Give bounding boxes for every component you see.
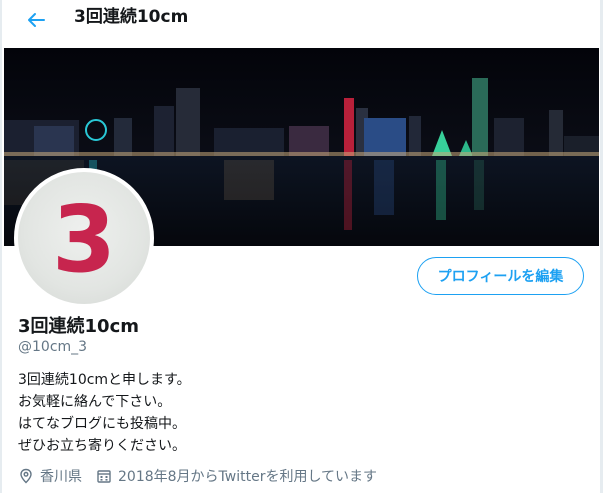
header-title: 3回連続10cm: [74, 7, 189, 27]
profile-bio: 3回連続10cmと申します。 お気軽に絡んで下さい。 はてなブログにも投稿中。 …: [18, 369, 191, 457]
profile-header-bar: 3回連続10cm: [2, 0, 600, 46]
profile-meta: 香川県 2018年8月からTwitterを利用しています: [18, 466, 377, 486]
location-text: 香川県: [40, 469, 82, 485]
display-name: 3回連続10cm: [18, 316, 139, 337]
bio-line: 3回連続10cmと申します。: [18, 372, 191, 388]
bio-line: はてなブログにも投稿中。: [18, 416, 186, 432]
calendar-icon: [96, 468, 112, 484]
bio-line: ぜひお立ち寄りください。: [18, 438, 186, 454]
location-pin-icon: [18, 468, 34, 484]
bio-line: お気軽に絡んで下さい。: [18, 394, 172, 410]
joined-date: 2018年8月からTwitterを利用しています: [118, 469, 378, 485]
edit-profile-button[interactable]: プロフィールを編集: [417, 257, 584, 295]
back-arrow-icon[interactable]: [24, 8, 48, 32]
profile-avatar[interactable]: 3: [14, 168, 154, 308]
user-handle: @10cm_3: [18, 339, 88, 355]
left-border: [0, 0, 2, 493]
avatar-digit: 3: [51, 186, 116, 293]
